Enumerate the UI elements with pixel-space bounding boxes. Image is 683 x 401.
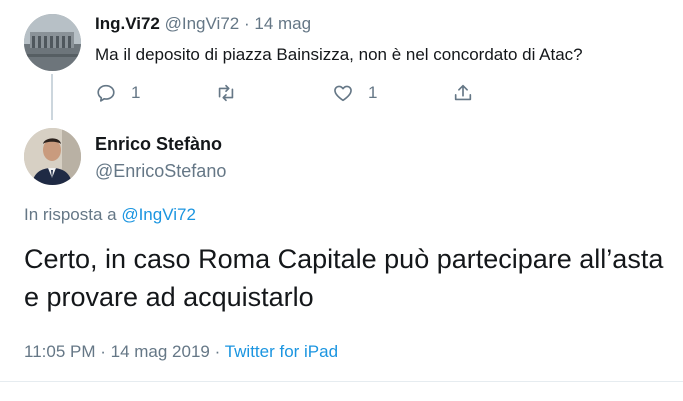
separator-dot: · bbox=[209, 342, 225, 361]
main-tweet: Enrico Stefàno @EnricoStefano In rispost… bbox=[0, 116, 683, 401]
tweet-metadata: 11:05 PM · 14 mag 2019 · Twitter for iPa… bbox=[24, 342, 338, 362]
like-button[interactable]: 1 bbox=[332, 80, 377, 106]
in-reply-prefix: In risposta a bbox=[24, 205, 122, 224]
tweet-text: Certo, in caso Roma Capitale può parteci… bbox=[24, 244, 664, 312]
tweet-time[interactable]: 11:05 PM bbox=[24, 342, 96, 361]
heart-icon bbox=[334, 85, 352, 102]
divider bbox=[0, 381, 683, 382]
thread-connector bbox=[51, 74, 53, 120]
author-name[interactable]: Ing.Vi72 bbox=[95, 14, 160, 33]
retweet-button[interactable] bbox=[215, 80, 237, 106]
retweet-icon bbox=[218, 84, 234, 102]
share-button[interactable] bbox=[452, 80, 474, 106]
reply-icon bbox=[97, 84, 115, 102]
author-name[interactable]: Enrico Stefàno bbox=[95, 134, 222, 155]
in-reply-to: In risposta a @IngVi72 bbox=[24, 205, 196, 225]
tweet-date[interactable]: 14 mag bbox=[254, 14, 311, 33]
author-handle[interactable]: @EnricoStefano bbox=[95, 161, 226, 182]
reply-button[interactable]: 1 bbox=[95, 80, 140, 106]
tweet-date[interactable]: 14 mag 2019 bbox=[111, 342, 210, 361]
avatar[interactable] bbox=[24, 14, 81, 71]
reply-mention-link[interactable]: @IngVi72 bbox=[121, 205, 196, 224]
like-count: 1 bbox=[368, 83, 378, 102]
parent-tweet[interactable]: Ing.Vi72 @IngVi72 · 14 mag Ma il deposit… bbox=[0, 0, 683, 120]
reply-count: 1 bbox=[131, 83, 141, 102]
source-link[interactable]: Twitter for iPad bbox=[225, 342, 338, 361]
avatar-image bbox=[24, 128, 81, 185]
share-icon bbox=[454, 84, 472, 101]
separator-dot: · bbox=[243, 14, 250, 33]
separator-dot: · bbox=[95, 342, 111, 361]
parent-tweet-header: Ing.Vi72 @IngVi72 · 14 mag bbox=[95, 14, 311, 34]
author-handle[interactable]: @IngVi72 bbox=[165, 14, 240, 33]
parent-tweet-text: Ma il deposito di piazza Bainsizza, non … bbox=[95, 45, 583, 64]
avatar[interactable] bbox=[24, 128, 81, 185]
avatar-image bbox=[24, 14, 81, 71]
tweet-actions: 1 1 bbox=[95, 80, 485, 106]
